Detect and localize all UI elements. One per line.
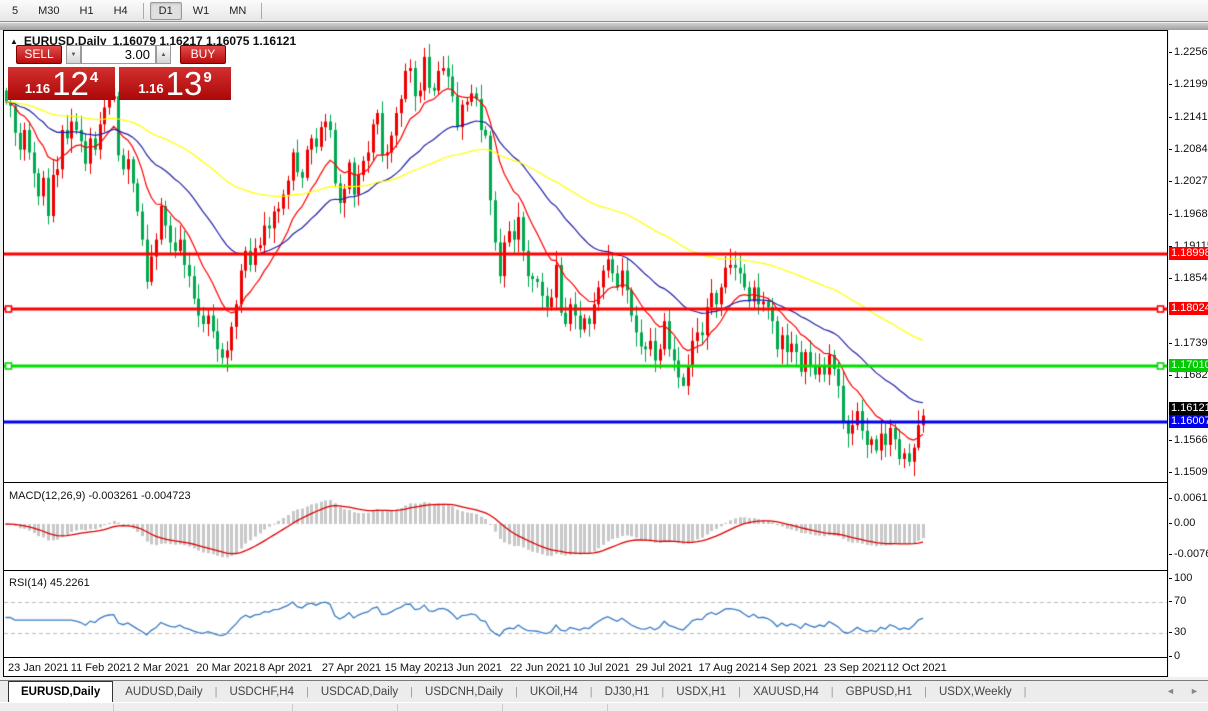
- window-divider: [0, 23, 1208, 30]
- sell-button[interactable]: SELL: [16, 45, 62, 64]
- trade-controls-row: SELL ▼ ▲ BUY: [8, 45, 232, 64]
- rsi-axis-tick: 70: [1174, 595, 1186, 607]
- date-axis-label: 29 Jul 2021: [636, 662, 693, 674]
- chart-tab-usdcad-daily[interactable]: USDCAD,Daily: [309, 683, 410, 702]
- panel-divider[interactable]: [4, 482, 1167, 483]
- status-pane-divider: [607, 704, 608, 711]
- timeframe-button-5[interactable]: 5: [3, 2, 27, 20]
- rsi-indicator-panel[interactable]: [4, 574, 1167, 656]
- chart-tab-gbpusd-h1[interactable]: GBPUSD,H1: [834, 683, 924, 702]
- price-tick: 1.15095: [1174, 466, 1208, 478]
- mt4-terminal: { "toolbar": { "items": [ {"label": "5",…: [0, 0, 1208, 711]
- chart-tab-eurusd-daily[interactable]: EURUSD,Daily: [8, 681, 113, 702]
- status-pane-divider: [113, 704, 114, 711]
- date-axis-label: 20 Mar 2021: [196, 662, 258, 674]
- sell-price-pip: 4: [90, 69, 98, 86]
- one-click-trading-panel: SELL ▼ ▲ BUY 1.16 12 4 1.16 13 9: [8, 45, 232, 100]
- sell-price-big: 12: [52, 69, 89, 99]
- tab-separator: |: [1024, 683, 1027, 702]
- timeframe-button-d1[interactable]: D1: [150, 2, 182, 20]
- date-axis-label: 11 Feb 2021: [71, 662, 132, 674]
- buy-price-pip: 9: [203, 69, 211, 86]
- timeframe-button-m30[interactable]: M30: [29, 2, 68, 20]
- status-pane-divider: [397, 704, 398, 711]
- chart-tab-usdx-h1[interactable]: USDX,H1: [664, 683, 738, 702]
- sell-price-tile[interactable]: 1.16 12 4: [8, 67, 115, 100]
- macd-axis-tick: 0.006193: [1174, 492, 1208, 504]
- date-axis[interactable]: 23 Jan 202111 Feb 20212 Mar 2021 20 Mar 2…: [4, 662, 1167, 677]
- price-tag-1.18024: 1.18024: [1169, 302, 1208, 315]
- macd-axis-tick: -0.007623: [1174, 548, 1208, 560]
- chart-tab-xauusd-h4[interactable]: XAUUSD,H4: [741, 683, 831, 702]
- sell-price-prefix: 1.16: [25, 81, 50, 96]
- date-axis-label: 23 Sep 2021: [824, 662, 886, 674]
- buy-price-prefix: 1.16: [138, 81, 163, 96]
- tab-scroll-left-icon[interactable]: ◄: [1166, 686, 1175, 696]
- price-tick: 1.21410: [1174, 111, 1208, 123]
- chart-tab-bar: EURUSD,DailyAUDUSD,Daily|USDCHF,H4|USDCA…: [0, 680, 1208, 702]
- timeframe-button-h4[interactable]: H4: [105, 2, 137, 20]
- macd-label: MACD(12,26,9) -0.003261 -0.004723: [9, 490, 191, 502]
- price-tick: 1.15665: [1174, 434, 1208, 446]
- price-tick: 1.20270: [1174, 175, 1208, 187]
- chart-tab-audusd-daily[interactable]: AUDUSD,Daily: [113, 683, 214, 702]
- macd-axis-tick: 0.00: [1174, 517, 1195, 529]
- chart-tab-usdx-weekly[interactable]: USDX,Weekly: [927, 683, 1024, 702]
- timeframe-button-h1[interactable]: H1: [71, 2, 103, 20]
- chart-tab-ukoil-h4[interactable]: UKOil,H4: [518, 683, 590, 702]
- date-axis-label: 27 Apr 2021: [322, 662, 381, 674]
- chart-tab-dj30-h1[interactable]: DJ30,H1: [593, 683, 662, 702]
- volume-increase-button[interactable]: ▲: [156, 45, 171, 64]
- rsi-axis-tick: 0: [1174, 650, 1180, 662]
- chart-tab-usdcnh-daily[interactable]: USDCNH,Daily: [413, 683, 515, 702]
- spin-down-icon: ▼: [71, 52, 77, 58]
- rsi-label: RSI(14) 45.2261: [9, 577, 90, 589]
- status-bar: [0, 702, 1208, 711]
- tab-scroll-right-icon[interactable]: ►: [1190, 686, 1199, 696]
- price-tag-1.16121: 1.16121: [1169, 402, 1208, 415]
- price-axis[interactable]: 1.22565 1.21995 1.21410 1.20840 1.20270 1.196…: [1169, 30, 1208, 677]
- toolbar-separator: [143, 3, 144, 19]
- volume-input[interactable]: [81, 45, 156, 64]
- chart-window: ▲ EURUSD,Daily 1.16079 1.16217 1.16075 1…: [3, 30, 1168, 677]
- date-axis-label: 8 Apr 2021: [259, 662, 312, 674]
- panel-divider: [4, 657, 1167, 658]
- toolbar-separator: [261, 3, 262, 19]
- panel-divider[interactable]: [4, 570, 1167, 571]
- date-axis-label: 15 May 2021: [385, 662, 449, 674]
- spin-up-icon: ▲: [161, 52, 167, 58]
- date-axis-label: 10 Jul 2021: [573, 662, 630, 674]
- rsi-axis-tick: 100: [1174, 572, 1192, 584]
- chart-tab-usdchf-h4[interactable]: USDCHF,H4: [217, 683, 306, 702]
- price-tag-1.17010: 1.17010: [1169, 359, 1208, 372]
- price-tag-1.18998: 1.18998: [1169, 247, 1208, 260]
- volume-decrease-button[interactable]: ▼: [66, 45, 81, 64]
- price-tick: 1.17390: [1174, 337, 1208, 349]
- buy-price-big: 13: [166, 69, 203, 99]
- buy-price-tile[interactable]: 1.16 13 9: [119, 67, 231, 100]
- status-pane-divider: [502, 704, 503, 711]
- price-tick: 1.18545: [1174, 272, 1208, 284]
- date-axis-label: 22 Jun 2021: [510, 662, 571, 674]
- buy-button[interactable]: BUY: [180, 45, 226, 64]
- date-axis-label: 12 Oct 2021: [887, 662, 947, 674]
- price-tag-1.16007: 1.16007: [1169, 415, 1208, 428]
- date-axis-label: 2 Mar 2021: [134, 662, 190, 674]
- price-tick: 1.20840: [1174, 143, 1208, 155]
- date-axis-label: 23 Jan 2021: [8, 662, 69, 674]
- timeframe-button-mn[interactable]: MN: [220, 2, 255, 20]
- rsi-axis-tick: 30: [1174, 626, 1186, 638]
- date-axis-label: 17 Aug 2021: [698, 662, 760, 674]
- date-axis-label: 3 Jun 2021: [447, 662, 501, 674]
- price-tick: 1.19685: [1174, 208, 1208, 220]
- price-tick: 1.22565: [1174, 46, 1208, 58]
- timeframe-toolbar: 5M30H1H4 D1W1MN: [0, 0, 1208, 22]
- status-pane-divider: [292, 704, 293, 711]
- timeframe-button-w1[interactable]: W1: [184, 2, 219, 20]
- price-tick: 1.21995: [1174, 78, 1208, 90]
- date-axis-label: 4 Sep 2021: [761, 662, 817, 674]
